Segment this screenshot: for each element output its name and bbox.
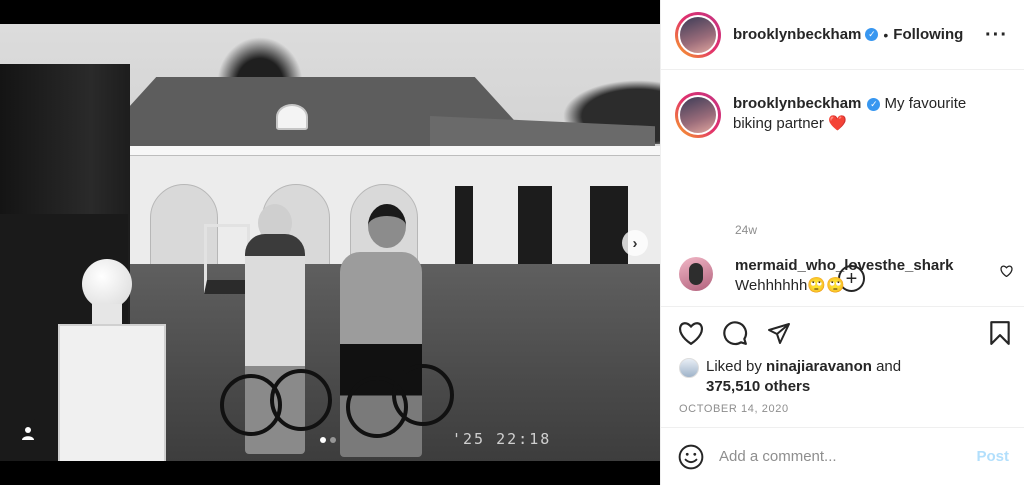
bicycle-wheel — [270, 369, 332, 431]
doorway — [518, 186, 552, 264]
likes-and: and — [876, 358, 902, 375]
save-button[interactable] — [986, 319, 1014, 347]
likes-count[interactable]: 375,510 others — [706, 378, 810, 395]
verified-badge-icon: ✓ — [867, 97, 881, 111]
comment-icon — [723, 321, 748, 346]
liker-avatar[interactable] — [679, 358, 699, 378]
commenter-avatar[interactable] — [679, 257, 713, 291]
separator-dot: • — [883, 26, 889, 43]
share-icon — [768, 323, 790, 344]
author-avatar[interactable] — [675, 11, 721, 58]
comment-button[interactable] — [721, 319, 749, 347]
likes-text: Liked by ninajiaravanon and 375,510 othe… — [706, 357, 901, 397]
more-options-icon[interactable]: ··· — [985, 25, 1008, 45]
emoji-icon — [678, 444, 704, 469]
post-photo[interactable]: '25 22:18 — [0, 24, 660, 461]
emoji-button[interactable] — [677, 443, 705, 471]
person-head — [368, 204, 406, 248]
chevron-right-icon: › — [632, 234, 638, 252]
caption-author-username[interactable]: brooklynbeckham — [733, 95, 861, 112]
post-actions: Liked by ninajiaravanon and 375,510 othe… — [661, 307, 1024, 427]
user-tag-icon — [22, 427, 34, 440]
caption-author-avatar[interactable] — [675, 92, 721, 138]
likes-prefix: Liked by — [706, 358, 762, 375]
share-button[interactable] — [765, 319, 793, 347]
author-username[interactable]: brooklynbeckham — [733, 26, 861, 43]
post-date[interactable]: OCTOBER 14, 2020 — [679, 403, 789, 415]
carousel-dot — [330, 437, 336, 443]
comment-text: mermaid_who_lovesthe_shark Wehhhhhh🙄🙄 — [735, 256, 975, 296]
comment-body: Wehhhhhh🙄🙄 — [735, 277, 845, 294]
carousel-next-button[interactable]: › — [622, 230, 648, 256]
following-button[interactable]: Following — [893, 26, 963, 43]
house-cornice — [86, 146, 660, 156]
verified-badge-icon: ✓ — [865, 28, 879, 41]
commenter-username[interactable]: mermaid_who_lovesthe_shark — [735, 257, 953, 274]
like-button[interactable] — [677, 319, 705, 347]
user-tags-button[interactable] — [13, 418, 43, 448]
bicycle-wheel — [392, 364, 454, 426]
post-comment-button[interactable]: Post — [976, 448, 1009, 465]
comment-like-heart-icon[interactable] — [1000, 265, 1013, 277]
carousel-dot-active — [320, 437, 326, 443]
caption-text: brooklynbeckham ✓ My favourite biking par… — [733, 94, 1001, 138]
post-age[interactable]: 24w — [735, 223, 757, 237]
liker-username[interactable]: ninajiaravanon — [766, 358, 872, 375]
stone-pillar — [58, 324, 166, 461]
post-sidebar: brooklynbeckham ✓ • Following ··· brookl… — [660, 0, 1024, 485]
post-media[interactable]: '25 22:18 › — [0, 0, 660, 485]
heart-icon — [679, 322, 703, 345]
likes-summary: Liked by ninajiaravanon and 375,510 othe… — [679, 357, 901, 397]
add-comment-bar: Post — [661, 427, 1024, 485]
photo-timestamp: '25 22:18 — [452, 430, 552, 448]
post-header: brooklynbeckham ✓ • Following ··· — [661, 0, 1024, 70]
comment-item: mermaid_who_lovesthe_shark Wehhhhhh🙄🙄 — [679, 256, 975, 296]
heart-emoji: ❤️ — [828, 115, 847, 132]
pillar-sphere — [82, 259, 132, 309]
roof-vent — [276, 104, 308, 130]
doorway — [590, 186, 628, 264]
golf-cart — [204, 224, 250, 294]
comment-input[interactable] — [719, 448, 977, 465]
doorway — [455, 186, 473, 264]
post-caption: brooklynbeckham ✓ My favourite biking par… — [675, 92, 1001, 138]
bookmark-icon — [990, 321, 1010, 345]
carousel-indicator — [320, 437, 336, 443]
author-info: brooklynbeckham ✓ • Following — [733, 26, 985, 43]
